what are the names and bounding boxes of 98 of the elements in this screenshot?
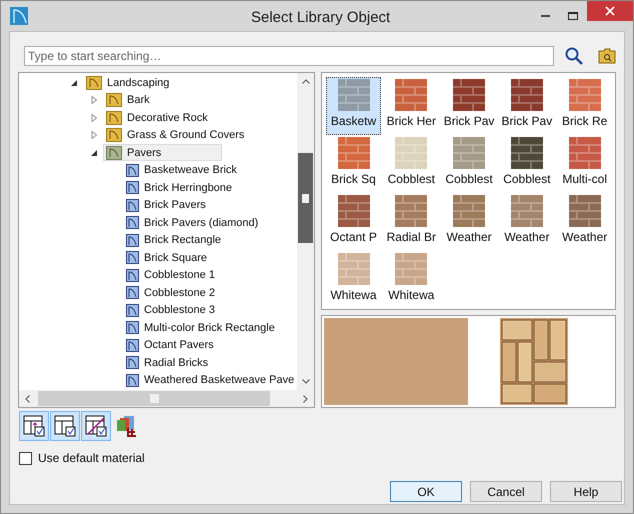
texture-swatch (453, 79, 486, 111)
library-item-icon (126, 356, 139, 370)
dialog-button[interactable]: Cancel (470, 481, 542, 502)
folder-search-icon[interactable] (598, 48, 616, 64)
search-icon[interactable] (564, 46, 584, 66)
folder-icon (106, 128, 122, 142)
tree-item[interactable]: Cobblestone 1 (123, 266, 218, 284)
search-field[interactable]: Type to start searching… (24, 46, 554, 66)
folder-icon (106, 93, 122, 108)
texture-swatch (395, 253, 428, 285)
thumbnail-item[interactable]: Brick Her (384, 77, 439, 135)
library-item-icon (126, 374, 139, 387)
scrollbar-thumb[interactable] (298, 153, 313, 243)
window-title: Select Library Object (251, 8, 390, 28)
folder-icon (106, 146, 122, 160)
thumbnail-item[interactable]: Cobblest (384, 135, 439, 193)
scrollbar-thumb[interactable] (38, 391, 270, 406)
collapse-arrow-icon[interactable] (90, 148, 98, 157)
expand-arrow-icon[interactable] (90, 96, 98, 104)
thumbnail-item[interactable]: Brick Pav (499, 77, 554, 135)
library-item-icon (126, 304, 139, 317)
thumbnail-item[interactable]: Cobblest (442, 135, 497, 193)
texture-swatch (338, 137, 370, 169)
library-item-icon (126, 268, 139, 282)
tree-item[interactable]: Brick Square (123, 249, 210, 266)
texture-swatch (510, 137, 543, 169)
tree-item[interactable]: Pavers (103, 144, 222, 162)
checkbox[interactable] (19, 452, 32, 464)
expand-arrow-icon[interactable] (90, 114, 98, 122)
tree-item[interactable]: Decorative Rock (103, 109, 211, 126)
library-item-icon (126, 286, 139, 300)
texture-swatch (395, 79, 428, 111)
toolbar-button[interactable] (81, 411, 111, 441)
filter-icon (53, 414, 77, 438)
tree-item[interactable]: Multi-color Brick Rectangle (123, 319, 278, 336)
checkbox-label: Use default material (38, 450, 145, 467)
tree-item[interactable]: Brick Pavers (diamond) (123, 214, 262, 232)
thumbnail-item[interactable]: Brick Pav (442, 77, 497, 135)
filter-icon (84, 414, 108, 438)
thumbnail-item[interactable]: Whitewa (326, 251, 381, 309)
thumbnail-item[interactable]: Radial Br (384, 193, 439, 251)
texture-swatch (510, 195, 543, 227)
tree-item[interactable]: Basketweave Brick (123, 162, 240, 179)
texture-swatch (338, 253, 370, 285)
thumbnail-item[interactable]: Octant P (326, 193, 381, 251)
thumbnail-item[interactable]: Multi-col (557, 135, 612, 193)
thumbnail-item[interactable]: Weather (442, 193, 497, 251)
tree-item[interactable]: Radial Bricks (123, 354, 212, 372)
thumbnail-item[interactable]: Cobblest (499, 135, 554, 193)
horizontal-scrollbar[interactable] (19, 390, 314, 407)
library-item-icon (126, 338, 139, 352)
tree-item[interactable]: Grass & Ground Covers (103, 126, 248, 144)
filter-icon (22, 414, 46, 438)
library-item-icon (126, 164, 139, 177)
library-item-icon (126, 321, 139, 334)
thumbnail-item[interactable]: Weather (557, 193, 612, 251)
library-item-icon (126, 216, 139, 230)
texture-swatch (453, 195, 486, 227)
library-item-icon (126, 251, 139, 264)
texture-swatch (568, 79, 601, 111)
dialog-button[interactable]: Help (550, 481, 622, 502)
thumbnail-item[interactable]: Whitewa (384, 251, 439, 309)
tree-item[interactable]: Brick Rectangle (123, 232, 224, 249)
close-button[interactable] (587, 1, 633, 21)
app-logo-icon (10, 7, 28, 25)
library-item-icon (126, 181, 139, 194)
thumbnail-item[interactable]: Brick Re (557, 77, 612, 135)
texture-swatch (453, 137, 486, 169)
thumbnail-item[interactable]: Brick Sq (326, 135, 381, 193)
toolbar-button[interactable] (50, 411, 80, 441)
add-material-icon (116, 414, 138, 438)
tree-item[interactable]: Weathered Basketweave Pave (123, 372, 297, 389)
tree-item[interactable]: Brick Pavers (123, 196, 209, 214)
texture-swatch (395, 137, 428, 169)
toolbar-button[interactable] (19, 411, 49, 441)
collapse-arrow-icon[interactable] (70, 78, 78, 87)
tree-item[interactable]: Cobblestone 2 (123, 284, 218, 302)
folder-icon (86, 76, 102, 90)
texture-swatch (338, 79, 370, 111)
tree-item[interactable]: Landscaping (83, 74, 172, 92)
tree-item[interactable]: Octant Pavers (123, 336, 217, 354)
texture-swatch (338, 195, 370, 227)
tree-item[interactable]: Brick Herringbone (123, 179, 236, 196)
expand-arrow-icon[interactable] (90, 131, 98, 140)
texture-swatch (395, 195, 428, 227)
thumbnail-item[interactable]: Weather (499, 193, 554, 251)
tree-item[interactable]: Bark (103, 92, 153, 109)
tree-item[interactable]: Cobblestone 3 (123, 302, 218, 319)
texture-swatch (510, 79, 543, 111)
dialog-button[interactable]: OK (390, 481, 462, 502)
texture-swatch (568, 195, 601, 227)
texture-swatch (568, 137, 601, 169)
library-item-icon (126, 234, 139, 247)
thumbnail-item[interactable]: Basketw (326, 77, 381, 135)
library-item-icon (126, 198, 139, 212)
close-icon (605, 6, 615, 16)
folder-icon (106, 110, 122, 125)
vertical-scrollbar[interactable] (297, 73, 314, 390)
